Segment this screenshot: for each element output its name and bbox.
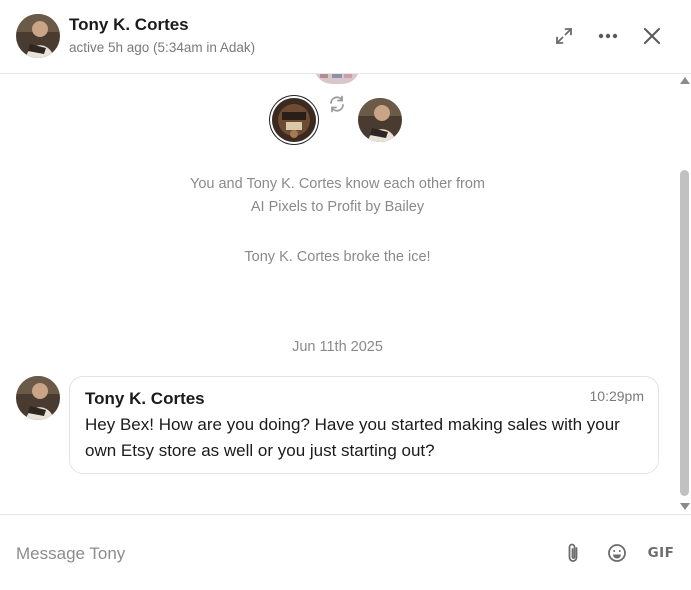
scroll-up-arrow-icon[interactable] (680, 77, 690, 84)
contact-avatar[interactable] (16, 14, 60, 58)
contact-status: active 5h ago (5:34am in Adak) (69, 40, 256, 55)
swap-refresh-icon (327, 94, 347, 114)
close-icon[interactable] (638, 22, 666, 50)
message-author[interactable]: Tony K. Cortes (85, 389, 205, 409)
expand-icon[interactable] (550, 22, 578, 50)
message-author-avatar[interactable] (16, 376, 60, 420)
intro-connection-text: You and Tony K. Cortes know each other f… (189, 176, 485, 192)
intro-group-link[interactable]: AI Pixels to Profit by Bailey (100, 196, 575, 219)
contact-avatar-intro (358, 98, 402, 142)
message-composer: GIF (0, 514, 691, 590)
smiley-icon[interactable] (605, 541, 629, 565)
message-bubble: Tony K. Cortes 10:29pm Hey Bex! How are … (69, 376, 659, 474)
message-input[interactable] (16, 539, 536, 569)
message-text: Hey Bex! How are you doing? Have you sta… (85, 415, 620, 460)
more-options-icon[interactable] (594, 22, 622, 50)
gif-button[interactable]: GIF (646, 541, 676, 565)
contact-name[interactable]: Tony K. Cortes (69, 15, 189, 35)
date-separator: Jun 11th 2025 (292, 339, 383, 355)
chat-header: Tony K. Cortes active 5h ago (5:34am in … (0, 0, 691, 74)
message-timestamp: 10:29pm (589, 388, 644, 404)
scrollbar-thumb[interactable] (680, 170, 689, 496)
icebreaker-text: Tony K. Cortes broke the ice! (244, 249, 431, 265)
my-avatar (272, 98, 316, 142)
paperclip-icon[interactable] (562, 541, 584, 565)
chat-window: Tony K. Cortes active 5h ago (5:34am in … (0, 0, 691, 590)
scroll-down-arrow-icon[interactable] (680, 503, 690, 510)
